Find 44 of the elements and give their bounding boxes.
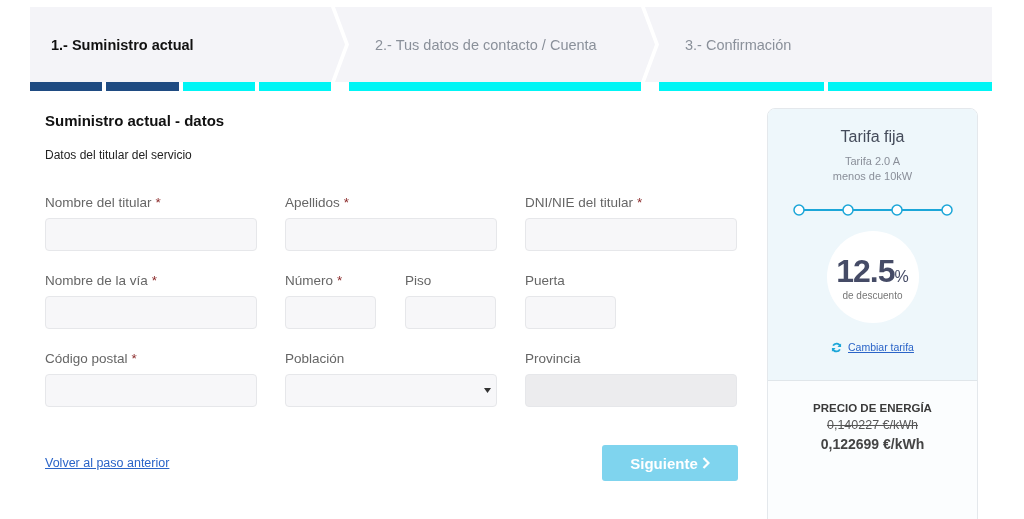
discount-value: 12.5 [836,253,895,290]
required-mark: * [637,195,643,210]
input-field[interactable] [405,296,496,329]
required-mark: * [131,351,137,366]
step-tab[interactable]: 2.- Tus datos de contacto / Cuenta [335,7,655,83]
input-field[interactable] [45,296,257,329]
field-label: Código postal [45,351,128,366]
price-heading: PRECIO DE ENERGÍA [813,402,932,414]
form-subtitle: Datos del titular del servicio [45,148,193,162]
tariff-subtitle: menos de 10kW [832,169,913,184]
required-mark: * [151,273,158,288]
discount-unit: % [894,268,909,286]
field-label: Piso [405,273,432,288]
discount-label: de descuento [842,290,903,301]
tariff-subtitle: Tarifa 2.0 A [843,154,901,169]
input-field[interactable] [45,374,257,407]
field-label: Nombre de la vía [45,273,148,288]
field-label: Puerta [525,273,565,288]
field-label: Nombre del titular [45,195,152,210]
field-label: DNI/NIE del titular [525,195,634,210]
old-price: 0,140227 €/kWh [826,418,918,432]
input-field[interactable] [45,218,257,251]
input-field[interactable] [285,218,497,251]
refresh-icon [831,341,842,353]
field-label: Población [285,351,345,366]
caret-icon [484,388,491,393]
field-label: Número [285,273,333,288]
field-label: Apellidos [285,195,340,210]
input-field[interactable] [525,218,737,251]
tariff-title: Tarifa fija [840,128,905,146]
select-field[interactable] [285,374,497,407]
required-mark: * [343,195,350,210]
field-label: Provincia [525,351,581,366]
chevron-icon [701,457,710,469]
step-tab[interactable]: 3.- Confirmación [645,7,992,83]
step-tab[interactable]: 1.- Suministro actual [30,7,345,83]
form-title: Suministro actual - datos [45,112,226,129]
input-field[interactable] [525,296,616,329]
back-link[interactable]: Volver al paso anterior [45,456,170,470]
change-tariff-link[interactable]: Cambiar tarifa [848,341,914,353]
input-field[interactable] [285,296,376,329]
required-mark: * [337,273,343,288]
new-price: 0,122699 €/kWh [820,436,925,452]
required-mark: * [155,195,161,210]
